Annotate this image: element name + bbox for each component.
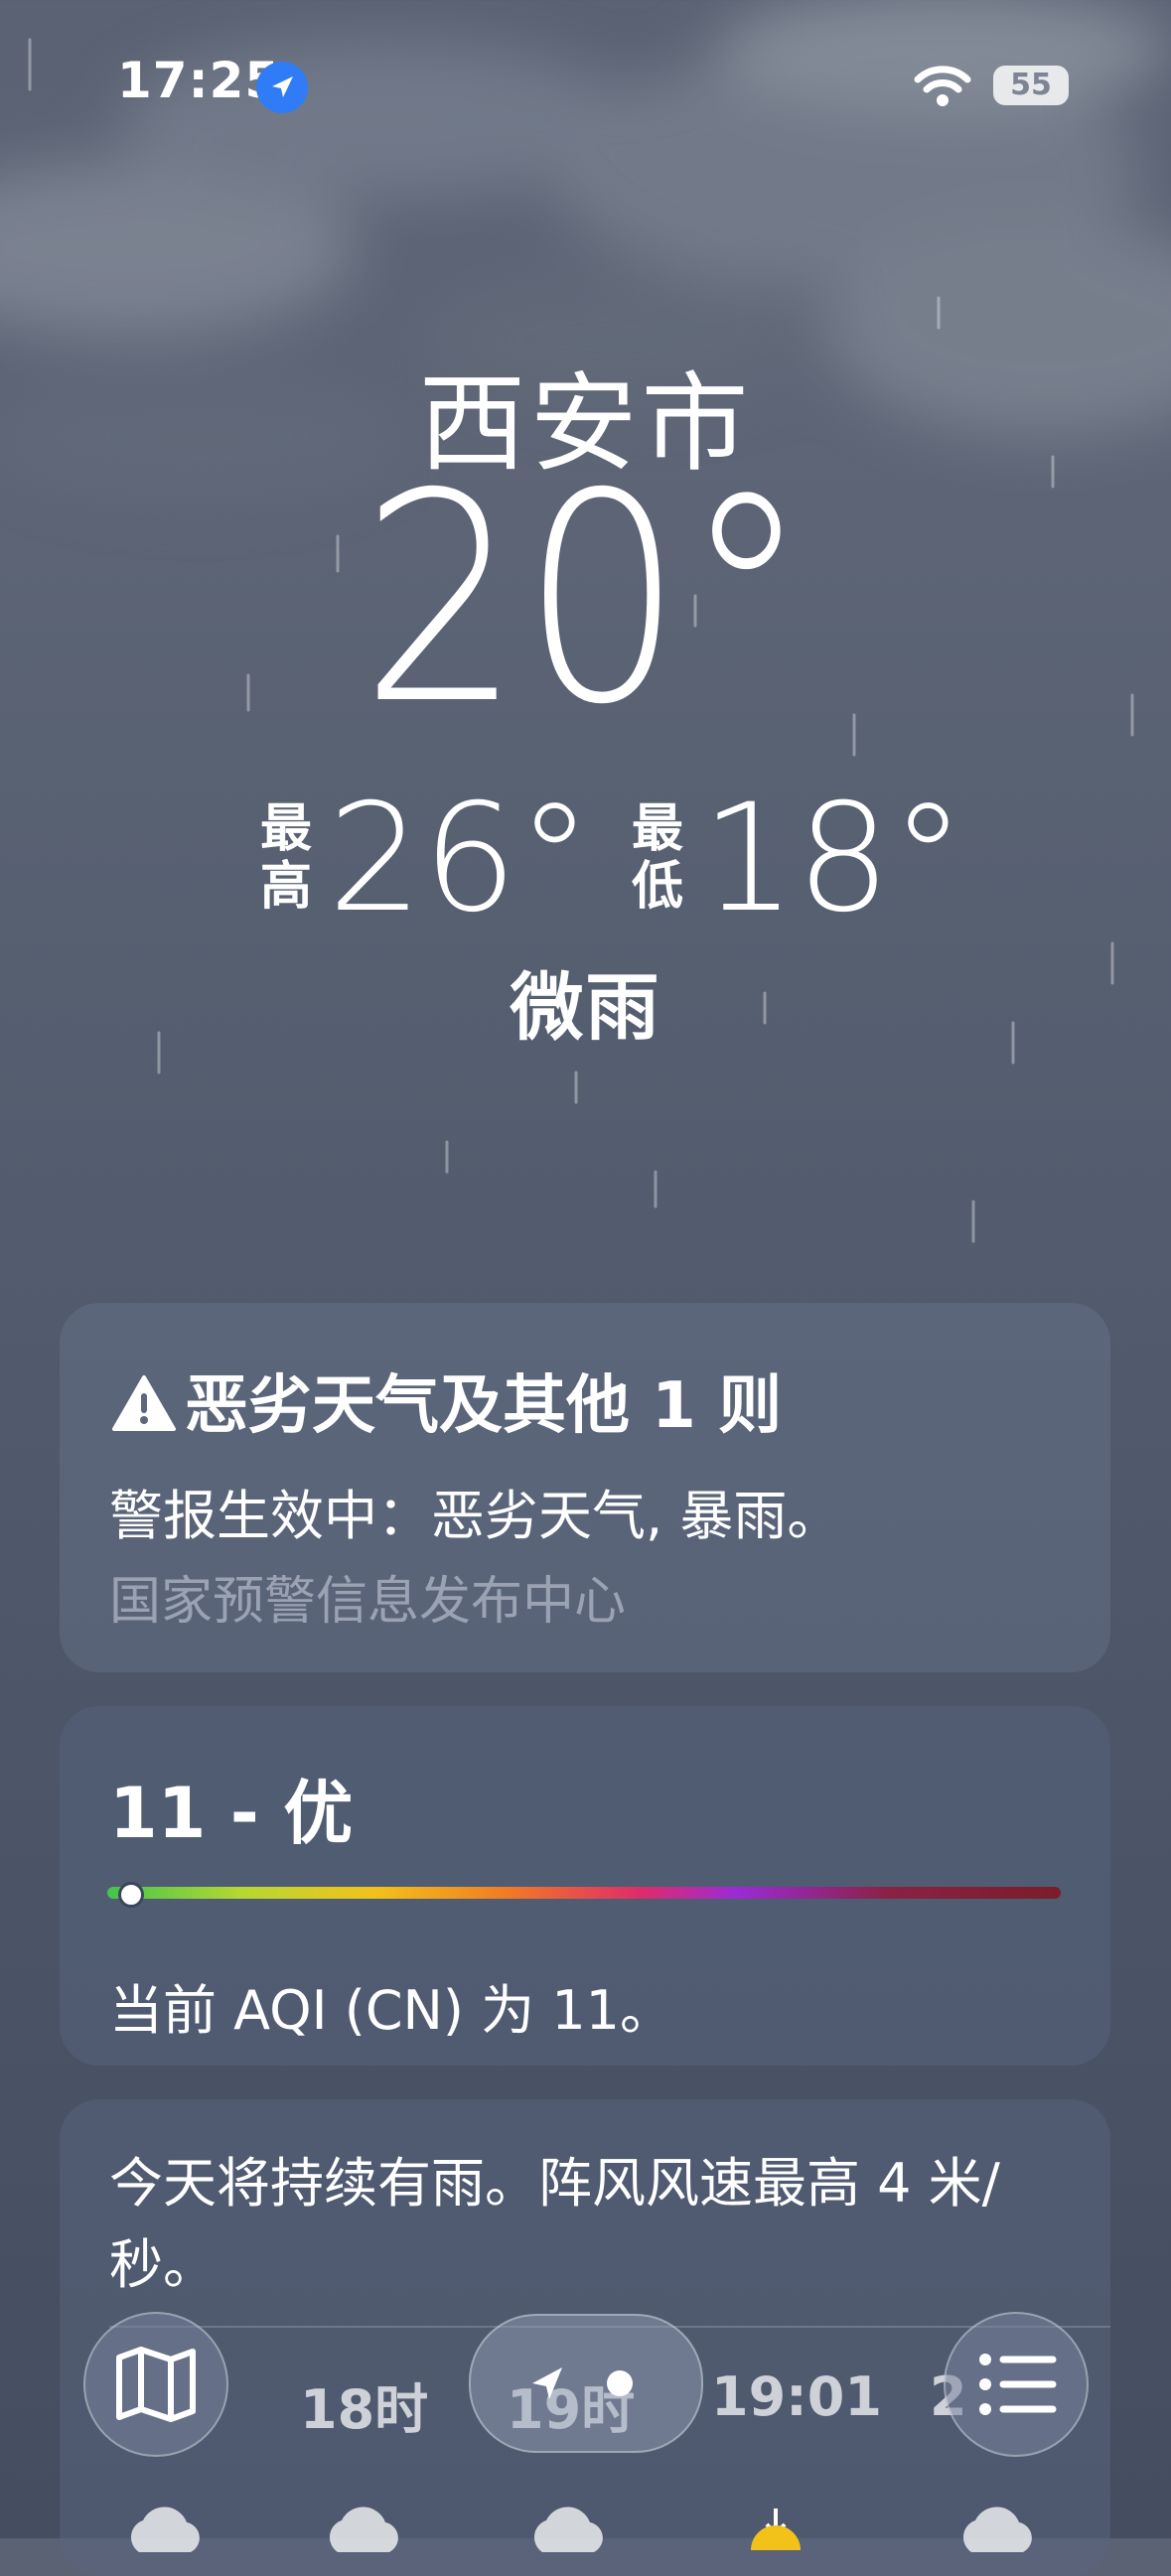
current-temperature-value: 20°: [361, 433, 810, 768]
aqi-marker: [118, 1882, 145, 1908]
aqi-description: 当前 AQI (CN) 为 11。: [109, 1979, 674, 2042]
severe-weather-alert-card[interactable]: 恶劣天气及其他 1 则 警报生效中：恶劣天气, 暴雨。 国家预警信息发布中心: [60, 1303, 1110, 1672]
warning-triangle-icon: [112, 1375, 176, 1431]
wifi-icon: [914, 66, 971, 106]
hour-label: 19:01: [711, 2365, 882, 2428]
high-low-temperatures: 最高 26° 最低 18°: [248, 785, 965, 933]
weather-condition: 微雨: [510, 965, 661, 1051]
location-arrow-icon: [256, 62, 308, 113]
cloud-icon: [329, 2506, 398, 2552]
cloud-icon: [962, 2506, 1032, 2552]
alert-source: 国家预警信息发布中心: [109, 1572, 627, 1632]
cloud-icon: [533, 2506, 603, 2552]
low-temperature: 18°: [701, 773, 965, 945]
battery-icon: 55: [993, 66, 1069, 105]
list-icon: [979, 2354, 1057, 2415]
map-icon: [116, 2347, 196, 2422]
hour-label: 18时: [300, 2378, 429, 2441]
alert-text: 警报生效中：恶劣天气, 暴雨。: [109, 1485, 841, 1547]
location-arrow-icon: [532, 2367, 633, 2399]
low-label: 最低: [631, 799, 683, 917]
current-temperature: 20°: [0, 452, 1171, 750]
forecast-summary: 今天将持续有雨。阵风风速最高 4 米/秒。: [109, 2152, 1000, 2296]
aqi-scale-bar: [107, 1887, 1061, 1899]
map-button[interactable]: [83, 2312, 228, 2457]
cloud-icon: [130, 2506, 200, 2552]
location-list-button[interactable]: [944, 2312, 1089, 2457]
high-temperature: 26°: [328, 773, 592, 945]
alert-title-text: 恶劣天气及其他 1 则: [185, 1369, 783, 1443]
alert-title: 恶劣天气及其他 1 则: [111, 1355, 782, 1446]
status-bar: 17:25 55: [0, 0, 1171, 169]
aqi-value: 11 - 优: [109, 1773, 354, 1854]
page-indicator[interactable]: [469, 2314, 703, 2453]
high-label: 最高: [259, 799, 312, 917]
sunset-icon: [751, 2508, 801, 2550]
air-quality-card[interactable]: 11 - 优 当前 AQI (CN) 为 11。: [60, 1706, 1110, 2066]
